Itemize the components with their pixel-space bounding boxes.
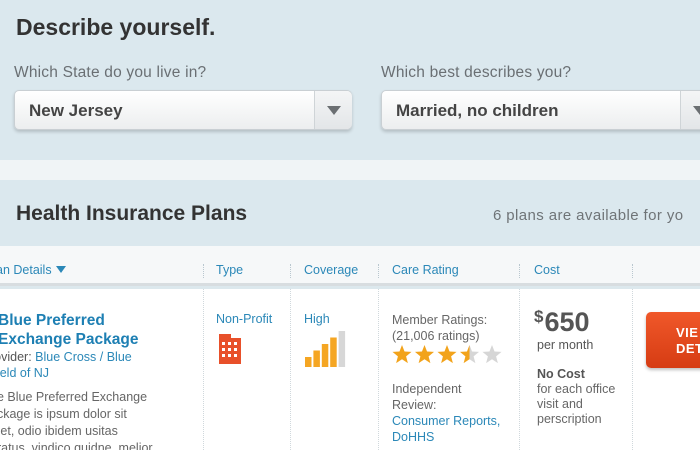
table-header: an Details Type Coverage Care Rating Cos… xyxy=(0,246,700,286)
row-divider xyxy=(632,289,633,450)
profile-section: Describe yourself. Which State do you li… xyxy=(0,0,700,160)
column-plan-details[interactable]: an Details xyxy=(0,263,66,277)
coverage-bar xyxy=(321,344,329,367)
coverage-bar xyxy=(313,350,320,367)
building-icon xyxy=(219,334,241,364)
view-details-line: DETA xyxy=(676,341,700,356)
chevron-down-icon xyxy=(327,106,341,115)
plans-count: 6 plans are available for yo xyxy=(493,207,684,224)
column-divider xyxy=(519,264,520,278)
column-divider xyxy=(203,264,204,278)
column-cost[interactable]: Cost xyxy=(534,263,560,277)
chevron-down-icon xyxy=(693,106,700,115)
member-ratings-count: (21,006 ratings) xyxy=(392,329,480,343)
coverage-bar xyxy=(305,357,312,367)
description-line: aratus, vindico quidne, melior xyxy=(0,441,153,450)
view-details-line: VIE xyxy=(676,325,699,340)
plan-price: $650 xyxy=(534,307,590,338)
section-divider xyxy=(0,160,700,180)
state-question-label: Which State do you live in? xyxy=(14,64,207,81)
row-divider xyxy=(519,289,520,450)
row-divider xyxy=(290,289,291,450)
describe-question-label: Which best describes you? xyxy=(381,64,572,81)
star-icon xyxy=(437,345,457,364)
independent-label: Review: xyxy=(392,398,437,412)
description-line: he Blue Preferred Exchange xyxy=(0,390,148,404)
plan-coverage: High xyxy=(304,312,330,326)
describe-select-arrow[interactable] xyxy=(680,91,700,129)
column-plan-details-label: an Details xyxy=(0,263,52,277)
plan-type: Non-Profit xyxy=(216,312,273,326)
provider-label: rovider: xyxy=(0,350,32,364)
column-type[interactable]: Type xyxy=(216,263,243,277)
column-divider xyxy=(378,264,379,278)
provider-link-cont[interactable]: hield of NJ xyxy=(0,365,180,381)
sort-down-icon[interactable] xyxy=(55,266,66,273)
coverage-bar xyxy=(338,331,346,367)
column-care-rating[interactable]: Care Rating xyxy=(392,263,459,277)
row-divider xyxy=(378,289,379,450)
column-divider xyxy=(632,264,633,278)
profile-title: Describe yourself. xyxy=(16,14,216,40)
independent-label: Independent xyxy=(392,382,462,396)
view-details-button[interactable]: VIE DETA xyxy=(646,312,700,368)
plan-name-line: Exchange Package xyxy=(0,331,139,348)
provider-link[interactable]: Blue Cross / Blue xyxy=(35,350,132,364)
plan-description: he Blue Preferred Exchange ackage is ips… xyxy=(0,389,190,450)
star-icon xyxy=(482,345,502,364)
office-cost: No Cost xyxy=(537,367,585,381)
plan-name-line: Blue Preferred xyxy=(0,312,105,329)
row-divider xyxy=(203,289,204,450)
column-divider xyxy=(290,264,291,278)
plan-provider: rovider: Blue Cross / Blue hield of NJ xyxy=(0,349,180,381)
member-ratings-label: Member Ratings: xyxy=(392,313,488,327)
review-source-link[interactable]: DoHHS xyxy=(392,429,500,445)
state-select[interactable]: New Jersey xyxy=(14,90,352,130)
price-currency: $ xyxy=(534,307,544,326)
column-coverage[interactable]: Coverage xyxy=(304,263,358,277)
state-select-arrow[interactable] xyxy=(314,91,352,129)
price-period: per month xyxy=(537,338,594,352)
star-icon xyxy=(459,345,480,364)
review-source-link[interactable]: Consumer Reports, xyxy=(392,413,500,429)
star-icon xyxy=(392,345,412,364)
coverage-bars-icon xyxy=(305,331,346,367)
star-icon xyxy=(414,345,435,364)
plans-header: Health Insurance Plans 6 plans are avail… xyxy=(0,180,700,246)
price-value: 650 xyxy=(544,307,590,337)
table-row: Blue Preferred Exchange Package rovider:… xyxy=(0,289,700,450)
star-rating xyxy=(392,345,502,364)
coverage-bar xyxy=(330,337,337,367)
describe-select[interactable]: Married, no children xyxy=(381,90,700,130)
state-select-value: New Jersey xyxy=(29,101,123,120)
plans-title: Health Insurance Plans xyxy=(16,202,248,225)
independent-review: Independent Review: Consumer Reports, Do… xyxy=(392,381,500,445)
describe-select-value: Married, no children xyxy=(396,101,559,120)
description-line: ackage is ipsum dolor sit xyxy=(0,407,127,421)
plan-name-link[interactable]: Blue Preferred Exchange Package xyxy=(0,311,198,349)
member-ratings: Member Ratings: (21,006 ratings) xyxy=(392,312,487,344)
office-cost-desc: for each office visit and perscription xyxy=(537,382,616,426)
description-line: met, odio ibidem usitas xyxy=(0,424,118,438)
